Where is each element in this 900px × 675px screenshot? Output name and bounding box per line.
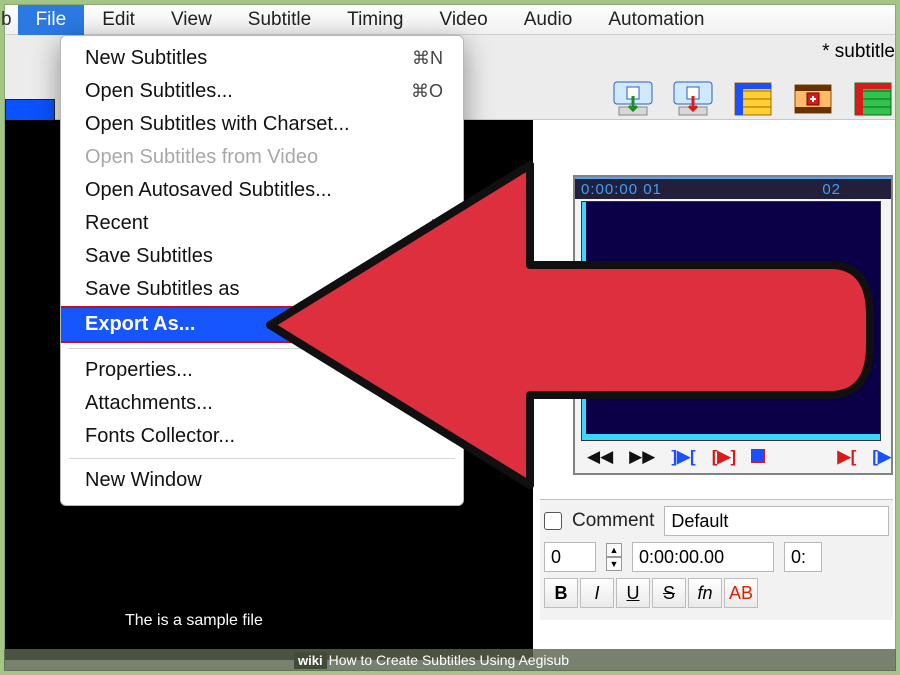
comment-checkbox[interactable] (544, 512, 562, 530)
app-suffix: b (1, 9, 18, 31)
document-title: * subtitle (822, 41, 895, 63)
end-time-input[interactable] (784, 542, 822, 572)
bold-button[interactable]: B (544, 578, 578, 608)
color-button[interactable]: AB (724, 578, 758, 608)
menu-item-label: Export As... (85, 313, 195, 336)
menu-item-label: Attachments... (85, 392, 213, 415)
menu-item-shortcut: ⌘N (412, 48, 443, 69)
menu-item-label: Fonts Collector... (85, 425, 235, 448)
apply-to-track-icon[interactable] (673, 81, 713, 117)
caption-brand: wiki (294, 652, 327, 669)
menu-item-label: Recent (85, 212, 148, 235)
fontname-button[interactable]: fn (688, 578, 722, 608)
menu-item-open-subtitles[interactable]: Open Subtitles... ⌘O (61, 75, 463, 108)
underline-button[interactable]: U (616, 578, 650, 608)
menu-item-label: Properties... (85, 359, 193, 382)
start-time-input[interactable] (632, 542, 774, 572)
italic-button[interactable]: I (580, 578, 614, 608)
comment-label: Comment (572, 510, 654, 532)
step-up-icon[interactable]: ▲ (606, 543, 622, 557)
caption-bar: wiki How to Create Subtitles Using Aegis… (4, 649, 896, 671)
menu-item-label: New Subtitles (85, 47, 207, 70)
menu-item-open-charset[interactable]: Open Subtitles with Charset... (61, 108, 463, 141)
shift-times-icon[interactable] (793, 81, 833, 117)
menu-timing[interactable]: Timing (329, 5, 421, 35)
menu-item-label: New Window (85, 469, 202, 492)
menu-item-label: Save Subtitles (85, 245, 213, 268)
menu-file[interactable]: File (18, 5, 85, 35)
menu-edit[interactable]: Edit (84, 5, 153, 35)
caption-text: How to Create Subtitles Using Aegisub (329, 652, 569, 668)
toolbar-icons (613, 81, 895, 117)
layer-stepper[interactable]: ▲▼ (606, 543, 622, 571)
style-table-icon[interactable] (853, 81, 893, 117)
menu-item-label: Open Subtitles with Charset... (85, 113, 350, 136)
menu-video[interactable]: Video (421, 5, 505, 35)
style-select[interactable] (664, 506, 889, 536)
menu-item-new-subtitles[interactable]: New Subtitles ⌘N (61, 42, 463, 75)
menu-automation[interactable]: Automation (590, 5, 722, 35)
menu-view[interactable]: View (153, 5, 230, 35)
menu-item-label: Save Subtitles as (85, 278, 240, 301)
subtitle-edit-bar: Comment ▲▼ B I U S fn AB (540, 499, 893, 620)
menu-item-shortcut: ⌘O (411, 81, 443, 102)
menubar: b File Edit View Subtitle Timing Video A… (5, 5, 895, 35)
strike-button[interactable]: S (652, 578, 686, 608)
layer-input[interactable] (544, 542, 596, 572)
menu-item-label: Open Subtitles... (85, 80, 233, 103)
menu-audio[interactable]: Audio (506, 5, 591, 35)
paste-to-track-icon[interactable] (613, 81, 653, 117)
menu-subtitle[interactable]: Subtitle (230, 5, 329, 35)
subtitle-preview-text: The is a sample file (125, 612, 263, 630)
step-down-icon[interactable]: ▼ (606, 557, 622, 571)
timing-table-icon[interactable] (733, 81, 773, 117)
instruction-arrow-icon (240, 145, 880, 510)
